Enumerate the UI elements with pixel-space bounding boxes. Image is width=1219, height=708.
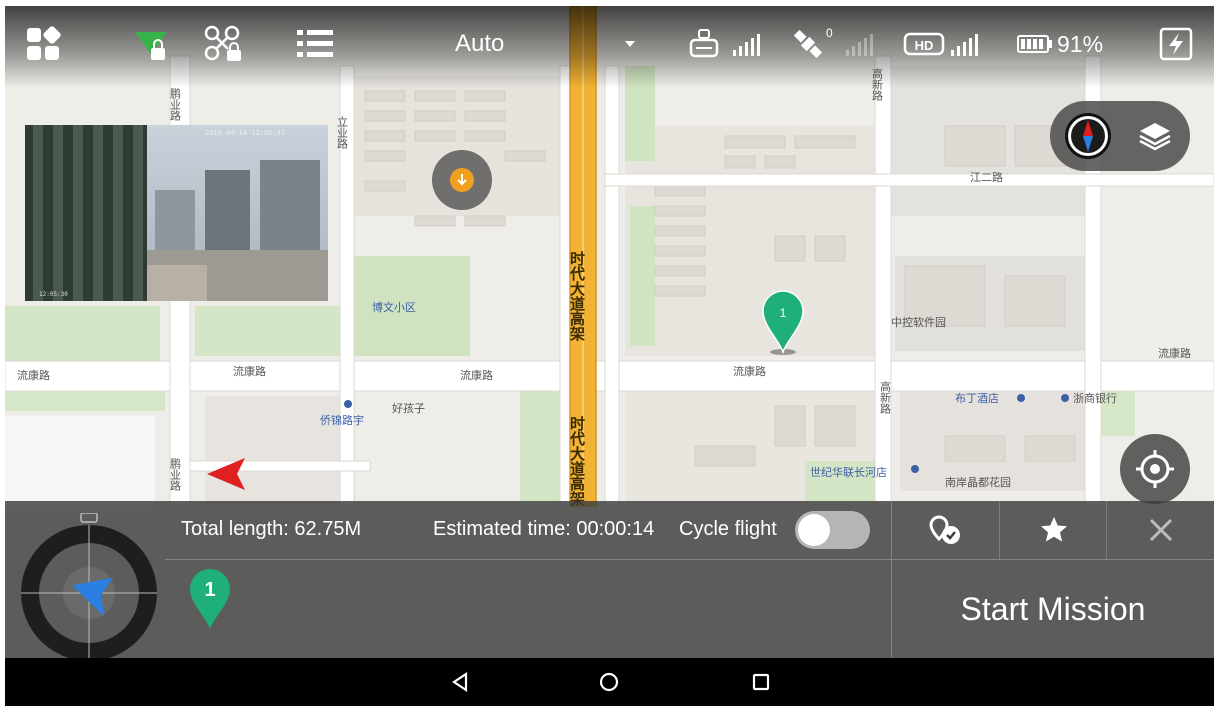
compass-button[interactable] (1065, 113, 1111, 159)
video-timestamp: 2019-04-14 12:05:31 (205, 129, 286, 137)
poi-label: 好孩子 (392, 401, 425, 415)
road-label: 江二路 (970, 171, 1003, 184)
home-point-icon (450, 168, 474, 192)
attitude-indicator (21, 513, 157, 658)
battery-indicator: 91% (1017, 24, 1103, 64)
hd-signal-icon: HD (903, 24, 987, 64)
poi-label: 浙商银行 (1073, 391, 1117, 405)
app-screen: 时代大道高架 时代大道高架 流康路 流康路 流康路 流康路 流康路 江二路 鹏业… (5, 6, 1214, 706)
drone-lock-icon (203, 24, 247, 64)
waypoint-number: 1 (780, 306, 787, 320)
close-icon (1149, 518, 1172, 542)
road-label: 流康路 (460, 368, 493, 382)
status-bar: Auto 0 HD 91% (5, 6, 1214, 88)
close-button[interactable] (1106, 501, 1214, 559)
home-point-marker[interactable] (432, 150, 492, 210)
waypoint-number: 1 (204, 579, 215, 601)
map-tools-pill (1050, 101, 1190, 171)
estimated-time-text: Estimated time: 00:00:14 (433, 518, 655, 540)
road-label: 流康路 (17, 368, 50, 382)
recents-icon[interactable] (749, 670, 773, 694)
poi-pin-icon (911, 465, 919, 473)
hd-label: HD (915, 38, 934, 53)
flight-mode-selector[interactable]: Auto (455, 24, 504, 64)
camera-preview[interactable]: 2019-04-14 12:05:31 12:05:30 (25, 125, 328, 301)
road-label: 鹏业路 (169, 458, 182, 492)
chevron-down-icon[interactable] (623, 24, 637, 64)
locate-me-button[interactable] (1120, 434, 1190, 504)
road-label: 流康路 (1158, 346, 1191, 360)
highway-label: 时代大道高架 (568, 251, 586, 342)
home-icon[interactable] (597, 670, 621, 694)
cycle-flight-label: Cycle flight (679, 518, 777, 540)
poi-label: 侨锦路宇 (320, 413, 364, 427)
poi-label: 布丁酒店 (955, 391, 999, 405)
flight-mode-label: Auto (455, 30, 505, 57)
system-nav-bar (5, 658, 1214, 706)
poi-pin-icon (344, 400, 352, 408)
video-info-text: 12:05:30 (39, 291, 68, 298)
highway-label-2: 时代大道高架 (568, 416, 586, 507)
star-icon (1040, 517, 1067, 542)
road-label: 鹏业路 (169, 88, 182, 122)
road-label: 立业路 (336, 115, 349, 150)
compass-icon (1068, 116, 1108, 156)
mission-info-row: Total length: 62.75M Estimated time: 00:… (165, 501, 891, 560)
poi-pin-icon (1061, 394, 1069, 402)
battery-icon (1017, 35, 1052, 53)
mission-panel: Total length: 62.75M Estimated time: 00:… (5, 501, 1214, 658)
battery-percent: 91% (1057, 30, 1104, 57)
poi-label: 世纪华联长河店 (810, 465, 887, 479)
poi-label: 中控软件园 (891, 315, 946, 329)
start-mission-label: Start Mission (960, 590, 1146, 627)
waypoint-settings-icon (928, 515, 960, 544)
satellite-icon: 0 (790, 24, 880, 64)
layers-icon (1139, 123, 1171, 151)
crosshair-icon (1136, 450, 1174, 488)
satellite-count: 0 (826, 26, 833, 40)
waypoint-list-item[interactable]: 1 (190, 569, 230, 636)
charge-icon[interactable] (1158, 24, 1194, 64)
road-label: 流康路 (733, 364, 766, 378)
list-menu-icon[interactable] (295, 24, 335, 64)
waypoint-settings-button[interactable] (892, 501, 999, 559)
road-label: 高新路 (879, 380, 892, 415)
gps-lock-icon (131, 24, 171, 64)
poi-pin-icon (1017, 394, 1025, 402)
total-length-text: Total length: 62.75M (181, 518, 362, 540)
back-icon[interactable] (448, 670, 472, 694)
cycle-flight-toggle[interactable] (795, 511, 870, 549)
favorite-button[interactable] (999, 501, 1107, 559)
toggle-knob (798, 514, 830, 546)
remote-controller-signal-icon (687, 24, 767, 64)
road-label: 流康路 (233, 364, 266, 378)
apps-grid-icon[interactable] (25, 24, 61, 64)
poi-label: 南岸晶都花园 (945, 476, 1011, 489)
map-layers-button[interactable] (1132, 113, 1178, 159)
rc-icon (80, 513, 98, 523)
start-mission-button[interactable]: Start Mission (892, 560, 1214, 658)
poi-label: 博文小区 (372, 300, 416, 314)
camera-feed-image (25, 125, 328, 301)
